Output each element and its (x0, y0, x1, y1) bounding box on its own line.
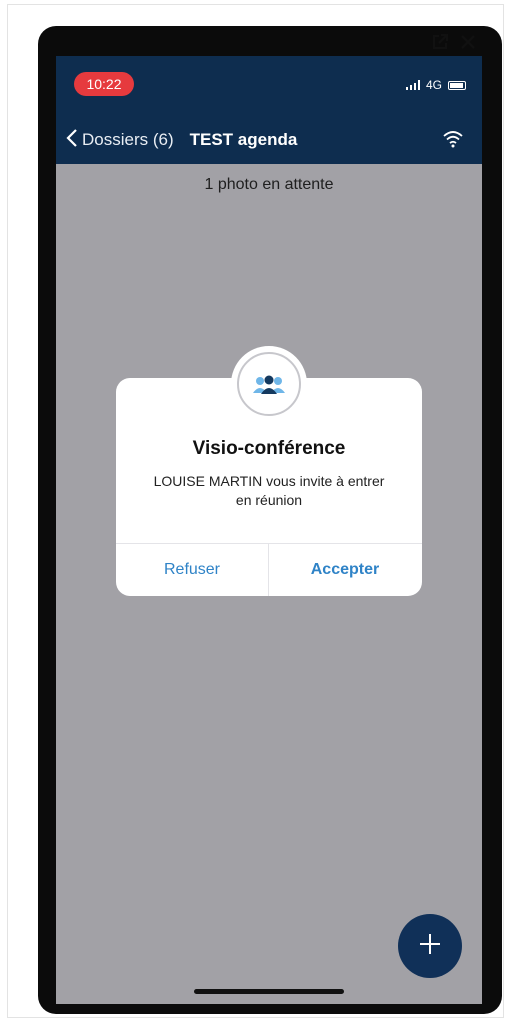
pending-photos-text: 1 photo en attente (204, 176, 334, 193)
video-conference-dialog: Visio-conférence LOUISE MARTIN vous invi… (116, 346, 422, 596)
phone-screen: 10:22 4G Dossiers (6) TEST agenda 1 phot… (56, 56, 482, 1004)
chevron-left-icon (66, 128, 78, 153)
close-icon[interactable] (458, 32, 478, 52)
add-button[interactable] (398, 914, 462, 978)
status-indicators: 4G (405, 78, 466, 92)
status-time: 10:22 (74, 72, 134, 96)
plus-icon (417, 931, 443, 962)
navigation-bar: Dossiers (6) TEST agenda (56, 116, 482, 164)
back-button[interactable]: Dossiers (6) (56, 128, 174, 153)
home-indicator[interactable] (194, 989, 344, 994)
external-link-icon[interactable] (430, 32, 450, 52)
page-title: TEST agenda (189, 130, 298, 149)
status-bar: 10:22 4G (56, 56, 482, 116)
back-label: Dossiers (6) (82, 130, 174, 149)
battery-icon (448, 80, 466, 90)
window-controls (430, 32, 478, 52)
dialog-title: Visio-conférence (192, 438, 346, 459)
dialog-badge (231, 346, 307, 422)
signal-icon (405, 80, 420, 90)
network-type: 4G (425, 78, 442, 92)
video-conference-icon (237, 352, 301, 416)
phone-device: 10:22 4G Dossiers (6) TEST agenda 1 phot… (38, 26, 502, 1014)
refuse-button[interactable]: Refuser (116, 544, 268, 596)
dialog-message: LOUISE MARTIN vous invite à entrer en ré… (153, 473, 385, 508)
wifi-icon[interactable] (442, 130, 464, 153)
accept-button[interactable]: Accepter (269, 544, 421, 596)
